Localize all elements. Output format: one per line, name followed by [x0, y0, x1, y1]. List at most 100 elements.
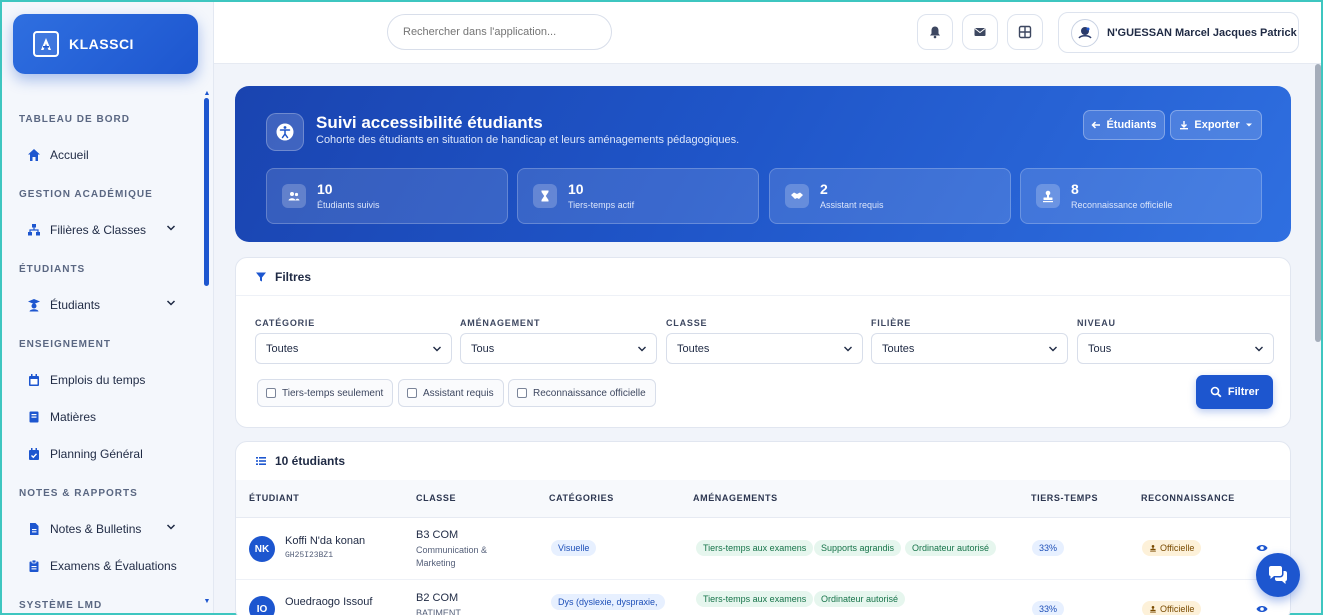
tiers-temps-checkbox[interactable]: Tiers-temps seulement [257, 379, 394, 407]
home-icon [26, 147, 42, 163]
notifications-button[interactable] [917, 14, 953, 50]
filter-label-niveau: NIVEAU [1077, 318, 1116, 328]
student-class: B2 COM [416, 592, 459, 604]
list-icon [255, 455, 267, 467]
graduate-icon [26, 297, 42, 313]
bell-icon [928, 25, 942, 39]
sidebar-item-label: Emplois du temps [50, 372, 146, 387]
student-matricule: GH25I23BZ1 [285, 551, 334, 560]
chat-button[interactable] [1256, 553, 1300, 597]
nav-section-title: GESTION ACADÉMIQUE [19, 188, 153, 200]
sidebar-item-filieres-classes[interactable]: Filières & Classes [2, 211, 202, 248]
column-header: TIERS-TEMPS [1031, 493, 1099, 503]
sidebar-item-emplois-du-temps[interactable]: Emplois du temps [2, 361, 202, 398]
table-row[interactable]: IO Ouedraogo Issouf B2 COM BATIMENT Dys … [236, 580, 1290, 615]
categorie-select[interactable]: Toutes [255, 333, 452, 364]
reconnaissance-label: Officielle [1160, 604, 1195, 614]
caret-down-icon [1245, 121, 1253, 129]
amenagement-select[interactable]: Tous [460, 333, 657, 364]
export-button-label: Exporter [1194, 119, 1240, 131]
chevron-down-icon [843, 344, 853, 354]
back-to-students-button[interactable]: Étudiants [1083, 110, 1165, 140]
view-eye-icon[interactable] [1256, 543, 1268, 553]
filter-submit-button[interactable]: Filtrer [1196, 375, 1273, 409]
amenagement-badge: Tiers-temps aux examens [696, 540, 814, 556]
sidebar-item-planning-general[interactable]: Planning Général [2, 435, 202, 472]
sidebar-item-accueil[interactable]: Accueil [2, 136, 202, 173]
chevron-down-icon [637, 344, 647, 354]
chevron-down-icon [166, 298, 176, 308]
sidebar-item-label: Étudiants [50, 297, 101, 312]
search-input[interactable] [387, 14, 612, 50]
file-icon [26, 521, 42, 537]
select-value: Tous [1088, 342, 1112, 355]
brand-logo-link[interactable]: KLASSCI [13, 14, 198, 74]
table-row[interactable]: NK Koffi N'da konan GH25I23BZ1 B3 COM Co… [236, 518, 1290, 580]
sidebar-item-label: Notes & Bulletins [50, 521, 142, 536]
filter-label-classe: CLASSE [666, 318, 708, 328]
student-avatar: IO [249, 596, 275, 615]
column-header: RECONNAISSANCE [1141, 493, 1235, 503]
chevron-down-icon [1254, 344, 1264, 354]
stat-card-reconnaissance: 8 Reconnaissance officielle [1020, 168, 1262, 224]
page-subtitle: Cohorte des étudiants en situation de ha… [316, 134, 740, 146]
chevron-down-icon [166, 223, 176, 233]
sidebar-item-notes-bulletins[interactable]: Notes & Bulletins [2, 510, 202, 547]
filter-button-label: Filtrer [1227, 386, 1260, 398]
table-header: 10 étudiants [236, 442, 1290, 480]
nav-section-title: NOTES & RAPPORTS [19, 487, 138, 499]
select-value: Toutes [266, 342, 299, 355]
download-icon [1179, 120, 1189, 130]
student-class-filiere: Communication & Marketing [416, 545, 488, 568]
reconnaissance-checkbox[interactable]: Reconnaissance officielle [508, 379, 656, 407]
sidebar-item-label: Examens & Évaluations [50, 558, 177, 573]
sidebar: KLASSCI TABLEAU DE BORD Accueil GESTION … [2, 2, 214, 613]
sidebar-item-examens-evaluations[interactable]: Examens & Évaluations [2, 547, 202, 584]
students-table-card: 10 étudiants ÉTUDIANT CLASSE CATÉGORIES … [235, 441, 1291, 615]
export-dropdown-button[interactable]: Exporter [1170, 110, 1262, 140]
category-badge: Visuelle [551, 540, 597, 556]
sidebar-scrollbar-thumb[interactable] [204, 98, 209, 286]
student-name: Koffi N'da konan [285, 535, 366, 547]
sidebar-item-label: Matières [50, 409, 97, 424]
select-value: Tous [471, 342, 495, 355]
sidebar-item-label: Accueil [50, 147, 89, 162]
stat-card-assistant-requis: 2 Assistant requis [769, 168, 1011, 224]
reconnaissance-badge: Officielle [1142, 540, 1202, 556]
envelope-icon [973, 25, 987, 39]
main-scrollbar-thumb[interactable] [1315, 64, 1321, 342]
niveau-select[interactable]: Tous [1077, 333, 1274, 364]
view-eye-icon[interactable] [1256, 604, 1268, 614]
stat-card-tiers-temps: 10 Tiers-temps actif [517, 168, 759, 224]
sidebar-scroll-down-button[interactable]: ▼ [203, 598, 211, 606]
student-class-filiere: BATIMENT [416, 608, 461, 615]
stamp-icon [1036, 184, 1060, 208]
messages-button[interactable] [962, 14, 998, 50]
user-menu[interactable]: N'GUESSAN Marcel Jacques Patrick [1058, 12, 1299, 53]
select-value: Toutes [882, 342, 915, 355]
chevron-down-icon [1048, 344, 1058, 354]
assistant-requis-checkbox[interactable]: Assistant requis [398, 379, 504, 407]
arrow-left-icon [1091, 120, 1101, 130]
sidebar-scroll-up-button[interactable]: ▲ [203, 90, 211, 98]
student-class: B3 COM [416, 529, 459, 541]
classe-select[interactable]: Toutes [666, 333, 863, 364]
users-icon [282, 184, 306, 208]
filter-label-categorie: CATÉGORIE [255, 318, 316, 328]
nav-section-title: ENSEIGNEMENT [19, 338, 112, 350]
reconnaissance-label: Officielle [1160, 543, 1195, 553]
stamp-icon [1149, 605, 1157, 613]
app-name: KLASSCI [69, 36, 134, 52]
calendar-check-icon [26, 446, 42, 462]
chevron-down-icon [432, 344, 442, 354]
apps-grid-button[interactable] [1007, 14, 1043, 50]
column-header: ÉTUDIANT [249, 493, 300, 503]
sidebar-item-etudiants[interactable]: Étudiants [2, 286, 202, 323]
back-button-label: Étudiants [1106, 119, 1157, 131]
filiere-select[interactable]: Toutes [871, 333, 1068, 364]
filter-icon [255, 271, 267, 283]
checkbox-box [517, 388, 527, 398]
stat-value: 2 [820, 181, 828, 197]
sidebar-item-matieres[interactable]: Matières [2, 398, 202, 435]
stat-value: 8 [1071, 181, 1079, 197]
